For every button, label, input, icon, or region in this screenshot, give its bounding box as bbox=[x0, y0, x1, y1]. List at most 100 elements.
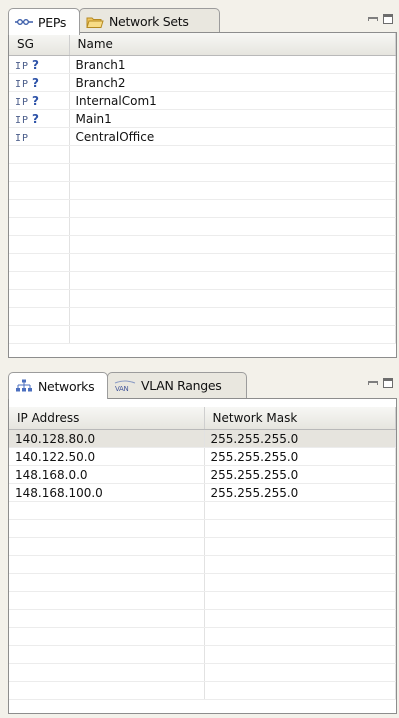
table-row[interactable]: IP CentralOffice bbox=[9, 127, 396, 146]
empty-cell bbox=[9, 519, 205, 538]
empty-row bbox=[9, 501, 396, 520]
empty-row bbox=[9, 645, 396, 664]
empty-cell bbox=[9, 681, 205, 700]
empty-cell bbox=[9, 663, 205, 682]
sg-text: IP bbox=[15, 132, 30, 144]
networks-table-panel: IP Address Network Mask 140.128.80.0 255… bbox=[8, 398, 397, 714]
empty-cell bbox=[9, 271, 70, 290]
empty-rows bbox=[9, 145, 396, 344]
sg-text: IP bbox=[15, 96, 30, 108]
empty-row bbox=[9, 537, 396, 556]
empty-row bbox=[9, 253, 396, 272]
column-header-name[interactable]: Name bbox=[69, 33, 396, 56]
empty-row bbox=[9, 573, 396, 592]
sg-text: IP bbox=[15, 114, 30, 126]
networks-table: IP Address Network Mask 140.128.80.0 255… bbox=[9, 407, 396, 700]
empty-cell bbox=[204, 555, 396, 574]
peps-table-panel: SG Name IP? Branch1 IP? Branch2 IP? Inte… bbox=[8, 32, 397, 358]
empty-cell bbox=[9, 307, 70, 326]
empty-cell bbox=[9, 163, 70, 182]
empty-cell bbox=[9, 609, 205, 628]
empty-cell bbox=[9, 199, 70, 218]
tab-networks-label: Networks bbox=[38, 378, 95, 394]
empty-cell bbox=[69, 325, 396, 344]
tab-vlan-ranges[interactable]: VAN VLAN Ranges bbox=[107, 372, 247, 398]
empty-row bbox=[9, 519, 396, 538]
empty-cell bbox=[9, 591, 205, 610]
table-row[interactable]: IP? Branch2 bbox=[9, 73, 396, 92]
empty-row bbox=[9, 307, 396, 326]
network-mask-cell: 255.255.255.0 bbox=[204, 447, 396, 466]
empty-cell bbox=[69, 145, 396, 164]
empty-cell bbox=[69, 235, 396, 254]
empty-cell bbox=[9, 573, 205, 592]
empty-row bbox=[9, 181, 396, 200]
network-mask-cell: 255.255.255.0 bbox=[204, 483, 396, 502]
empty-row bbox=[9, 163, 396, 182]
ip-address-cell: 148.168.100.0 bbox=[9, 483, 205, 502]
ip-address-cell: 140.128.80.0 bbox=[9, 429, 205, 448]
sg-text: IP bbox=[15, 60, 30, 72]
empty-row bbox=[9, 663, 396, 682]
empty-row bbox=[9, 217, 396, 236]
empty-cell bbox=[9, 181, 70, 200]
table-row[interactable]: IP? Branch1 bbox=[9, 55, 396, 74]
empty-cell bbox=[204, 681, 396, 700]
empty-row bbox=[9, 145, 396, 164]
folder-open-icon bbox=[86, 15, 104, 29]
network-mask-cell: 255.255.255.0 bbox=[204, 429, 396, 448]
unknown-status-icon: ? bbox=[32, 57, 40, 72]
table-header-row: IP Address Network Mask bbox=[9, 407, 396, 430]
tab-network-sets-label: Network Sets bbox=[109, 14, 189, 29]
name-cell: Branch2 bbox=[69, 73, 396, 92]
table-row[interactable]: 140.128.80.0 255.255.255.0 bbox=[9, 429, 396, 448]
empty-cell bbox=[9, 627, 205, 646]
empty-cell bbox=[69, 217, 396, 236]
empty-cell bbox=[204, 609, 396, 628]
bottom-view-window-controls bbox=[368, 378, 393, 388]
empty-cell bbox=[204, 591, 396, 610]
top-view-tabstrip: PEPs Network Sets bbox=[8, 8, 397, 35]
name-cell: InternalCom1 bbox=[69, 91, 396, 110]
empty-cell bbox=[204, 519, 396, 538]
table-row[interactable]: IP? Main1 bbox=[9, 109, 396, 128]
sg-cell: IP? bbox=[9, 109, 70, 128]
empty-cell bbox=[9, 645, 205, 664]
tab-networks[interactable]: Networks bbox=[8, 372, 108, 399]
tab-peps[interactable]: PEPs bbox=[8, 8, 80, 35]
peps-table: SG Name IP? Branch1 IP? Branch2 IP? Inte… bbox=[9, 33, 396, 344]
empty-cell bbox=[9, 289, 70, 308]
empty-cell bbox=[69, 271, 396, 290]
sg-text: IP bbox=[15, 78, 30, 90]
maximize-icon[interactable] bbox=[383, 14, 393, 24]
empty-row bbox=[9, 289, 396, 308]
tab-peps-label: PEPs bbox=[38, 14, 67, 30]
table-top-spacer bbox=[9, 399, 396, 407]
tab-network-sets[interactable]: Network Sets bbox=[79, 8, 220, 34]
empty-cell bbox=[204, 573, 396, 592]
empty-cell bbox=[9, 253, 70, 272]
sg-cell: IP? bbox=[9, 73, 70, 92]
table-row[interactable]: 148.168.0.0 255.255.255.0 bbox=[9, 465, 396, 484]
table-row[interactable]: IP? InternalCom1 bbox=[9, 91, 396, 110]
column-header-network-mask[interactable]: Network Mask bbox=[204, 407, 396, 430]
minimize-icon[interactable] bbox=[368, 17, 378, 21]
sg-cell: IP bbox=[9, 127, 70, 146]
empty-cell bbox=[69, 181, 396, 200]
bottom-view-tabstrip: Networks VAN VLAN Ranges bbox=[8, 372, 397, 399]
network-mask-cell: 255.255.255.0 bbox=[204, 465, 396, 484]
empty-row bbox=[9, 627, 396, 646]
column-header-ip-address[interactable]: IP Address bbox=[9, 407, 205, 430]
table-row[interactable]: 148.168.100.0 255.255.255.0 bbox=[9, 483, 396, 502]
column-header-sg[interactable]: SG bbox=[9, 33, 70, 56]
minimize-icon[interactable] bbox=[368, 381, 378, 385]
empty-cell bbox=[69, 307, 396, 326]
empty-cell bbox=[9, 501, 205, 520]
empty-cell bbox=[204, 627, 396, 646]
pep-link-icon bbox=[15, 15, 33, 29]
empty-cell bbox=[69, 163, 396, 182]
maximize-icon[interactable] bbox=[383, 378, 393, 388]
name-cell: CentralOffice bbox=[69, 127, 396, 146]
table-row[interactable]: 140.122.50.0 255.255.255.0 bbox=[9, 447, 396, 466]
sg-cell: IP? bbox=[9, 91, 70, 110]
